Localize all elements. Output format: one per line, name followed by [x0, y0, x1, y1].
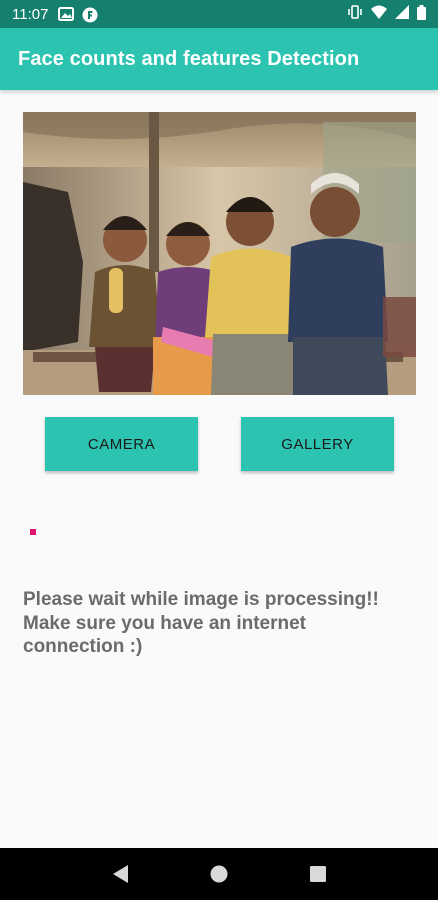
message-line-2: Make sure you have an internet — [23, 612, 306, 634]
recents-icon[interactable] — [306, 862, 330, 886]
wifi-icon — [371, 5, 387, 23]
gallery-button[interactable]: GALLERY — [241, 417, 394, 471]
processing-message: Please wait while image is processing!! … — [23, 588, 418, 659]
vibrate-icon — [347, 5, 363, 23]
status-right-icons — [347, 4, 426, 24]
home-icon[interactable] — [207, 862, 231, 886]
camera-button[interactable]: CAMERA — [45, 417, 198, 471]
status-bar: 11:07 — [0, 0, 438, 28]
battery-icon — [417, 4, 426, 24]
app-notification-icon — [82, 7, 98, 23]
message-line-1: Please wait while image is processing!! — [23, 589, 379, 610]
app-bar: Face counts and features Detection — [0, 28, 438, 90]
back-icon[interactable] — [108, 862, 132, 886]
signal-icon — [395, 5, 409, 23]
photo-of-children — [23, 112, 416, 395]
app-title: Face counts and features Detection — [18, 47, 360, 70]
navigation-bar — [0, 848, 438, 900]
status-time: 11:07 — [12, 5, 49, 23]
progress-indicator — [30, 529, 36, 535]
message-line-3: connection :) — [23, 636, 143, 657]
image-notification-icon — [58, 7, 75, 21]
